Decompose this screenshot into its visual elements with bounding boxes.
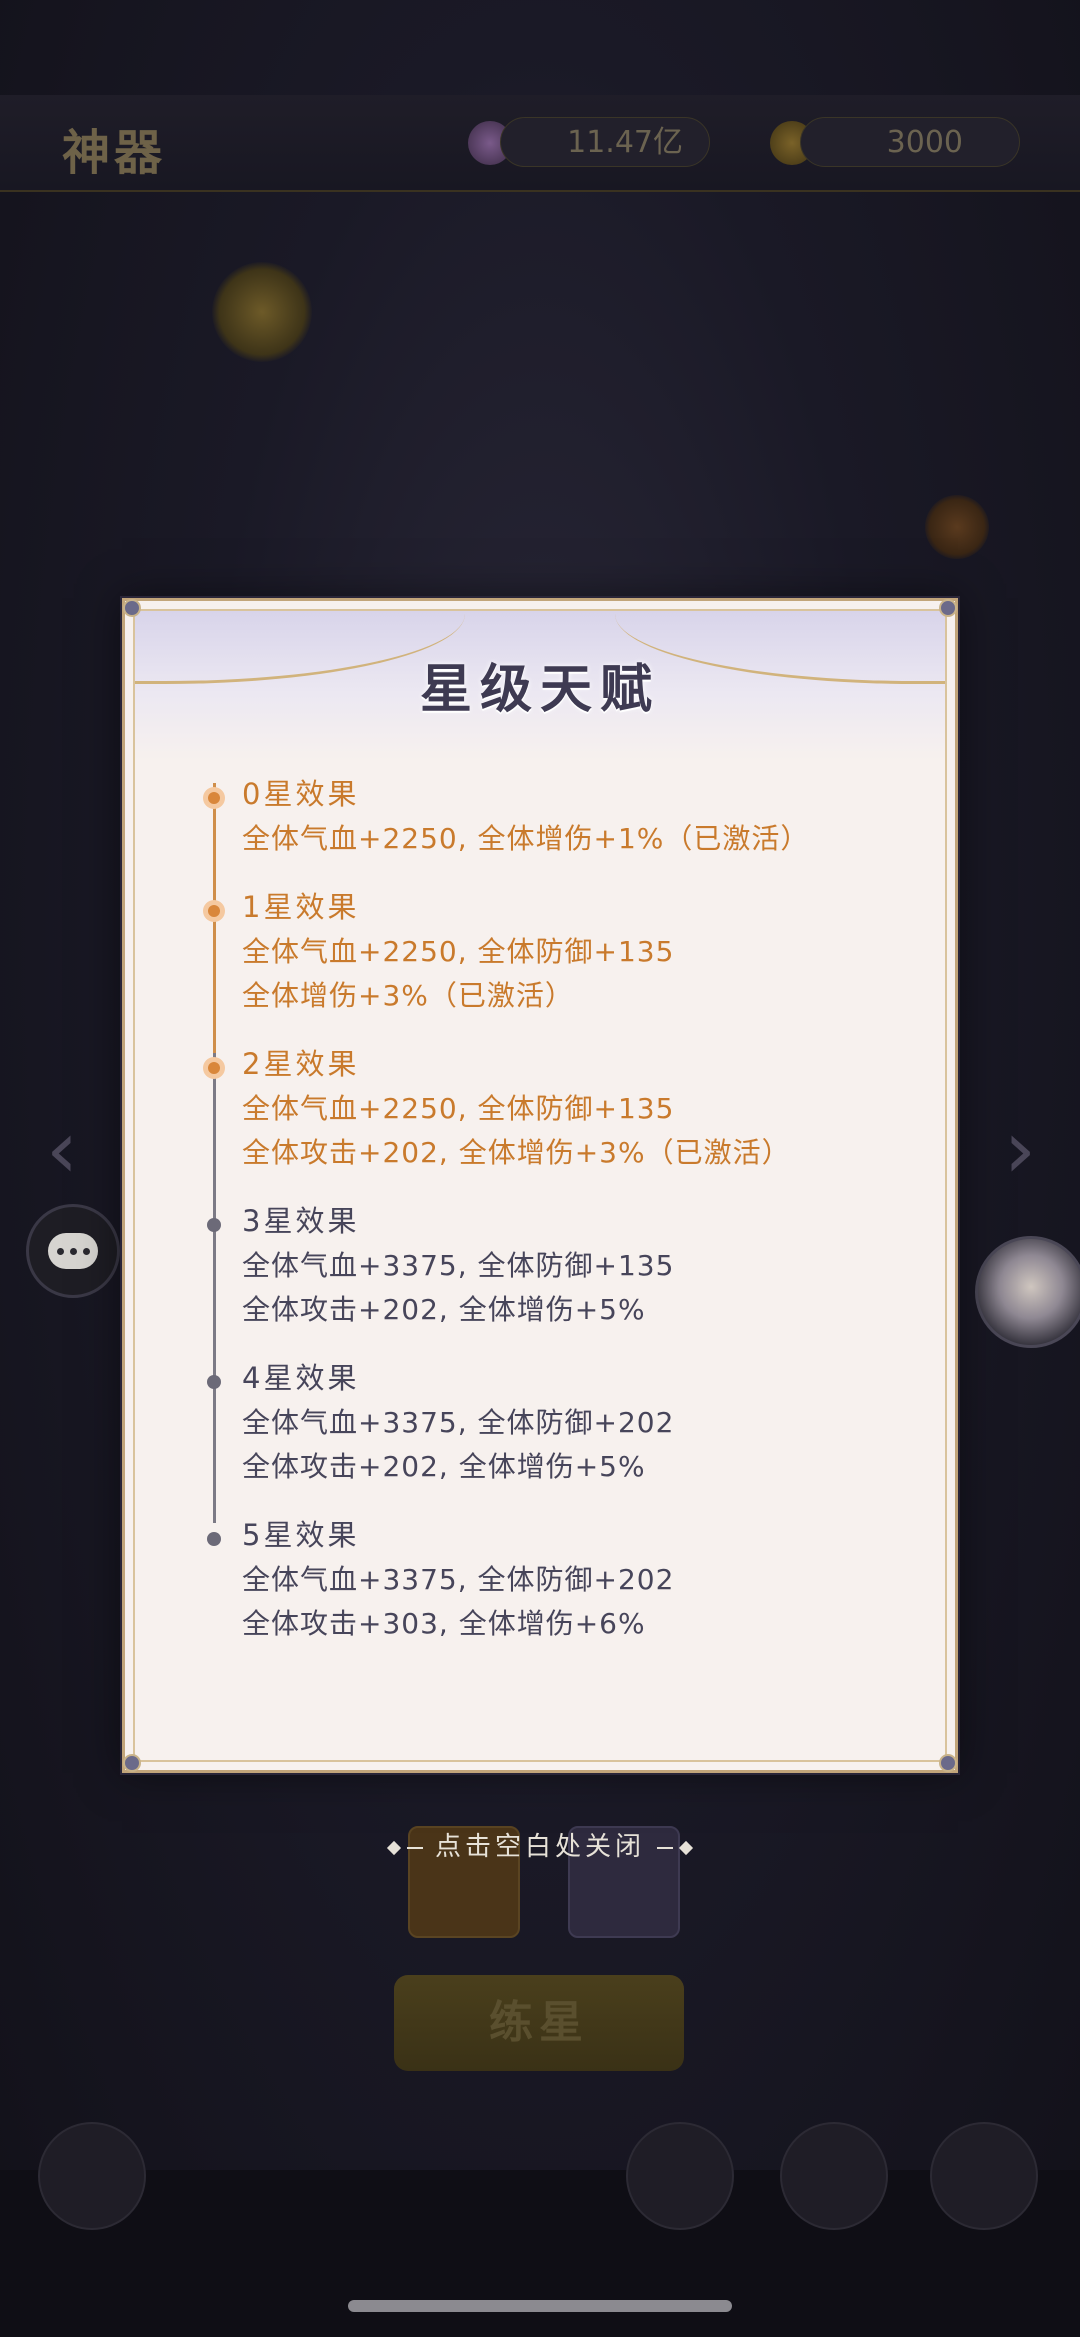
- avatar[interactable]: [975, 1236, 1080, 1348]
- nav-button[interactable]: [780, 2122, 888, 2230]
- tier-effect-line: 全体气血+3375, 全体防御+202: [242, 1563, 675, 1596]
- corner-ornament: [123, 1754, 141, 1772]
- chat-button[interactable]: [26, 1204, 120, 1298]
- star-up-button[interactable]: 练星: [394, 1975, 684, 2071]
- tier-effect-line: 全体气血+3375, 全体防御+135: [242, 1249, 675, 1282]
- timeline-dot: [207, 1375, 221, 1389]
- tier-effect-line: 全体攻击+202, 全体增伤+5%: [242, 1450, 646, 1483]
- timeline-dot: [207, 1532, 221, 1546]
- tier-label: 3星效果: [242, 1204, 360, 1238]
- sun-emblem-icon: [212, 262, 312, 362]
- tier-effect-line: 全体攻击+202, 全体增伤+3%（已激活）: [242, 1136, 791, 1169]
- tier-effect-line: 全体气血+2250, 全体增伤+1%（已激活）: [242, 822, 810, 855]
- top-bar: 神器 11.47亿 3000: [0, 95, 1080, 192]
- back-button[interactable]: [38, 2122, 146, 2230]
- timeline-dot-active: [203, 787, 225, 809]
- resource-counter-1: 11.47亿: [500, 117, 710, 167]
- tier-label: 4星效果: [242, 1361, 360, 1395]
- nav-button[interactable]: [930, 2122, 1038, 2230]
- chevron-right-icon[interactable]: ›: [990, 1110, 1050, 1190]
- tier-label: 1星效果: [242, 890, 360, 924]
- tier-label: 2星效果: [242, 1047, 360, 1081]
- diamond-ornament-icon: [679, 1840, 694, 1855]
- chevron-left-icon[interactable]: ‹: [32, 1110, 92, 1190]
- diamond-ornament-icon: [386, 1840, 401, 1855]
- chat-bubble-icon: [48, 1233, 98, 1269]
- timeline-dot-active: [203, 1057, 225, 1079]
- tier-effect-line: 全体增伤+3%（已激活）: [242, 979, 574, 1012]
- corner-ornament: [939, 1754, 957, 1772]
- star-talent-dialog: 星级天赋 0星效果 全体气血+2250, 全体增伤+1%（已激活） 1星效果 全…: [122, 598, 958, 1773]
- nav-button[interactable]: [626, 2122, 734, 2230]
- corner-ornament: [939, 599, 957, 617]
- tier-effect-line: 全体攻击+303, 全体增伤+6%: [242, 1607, 646, 1640]
- corner-ornament: [123, 599, 141, 617]
- dialog-title: 星级天赋: [419, 660, 660, 720]
- home-indicator: [348, 2300, 732, 2312]
- resource-counter-2: 3000: [800, 117, 1020, 167]
- dash-ornament: [657, 1846, 674, 1849]
- timeline-dot-active: [203, 900, 225, 922]
- tier-effect-line: 全体气血+3375, 全体防御+202: [242, 1406, 675, 1439]
- dash-ornament: [406, 1846, 423, 1849]
- tier-effect-line: 全体攻击+202, 全体增伤+5%: [242, 1293, 646, 1326]
- close-hint-text: 点击空白处关闭: [434, 1832, 645, 1862]
- tier-effect-line: 全体气血+2250, 全体防御+135: [242, 1092, 675, 1125]
- close-hint[interactable]: 点击空白处关闭: [0, 1826, 1080, 1863]
- screen-title: 神器: [62, 125, 167, 181]
- tier-label: 5星效果: [242, 1518, 360, 1552]
- timeline-dot: [207, 1218, 221, 1232]
- tier-label: 0星效果: [242, 777, 360, 811]
- tier-effect-line: 全体气血+2250, 全体防御+135: [242, 935, 675, 968]
- orb-icon: [925, 495, 989, 559]
